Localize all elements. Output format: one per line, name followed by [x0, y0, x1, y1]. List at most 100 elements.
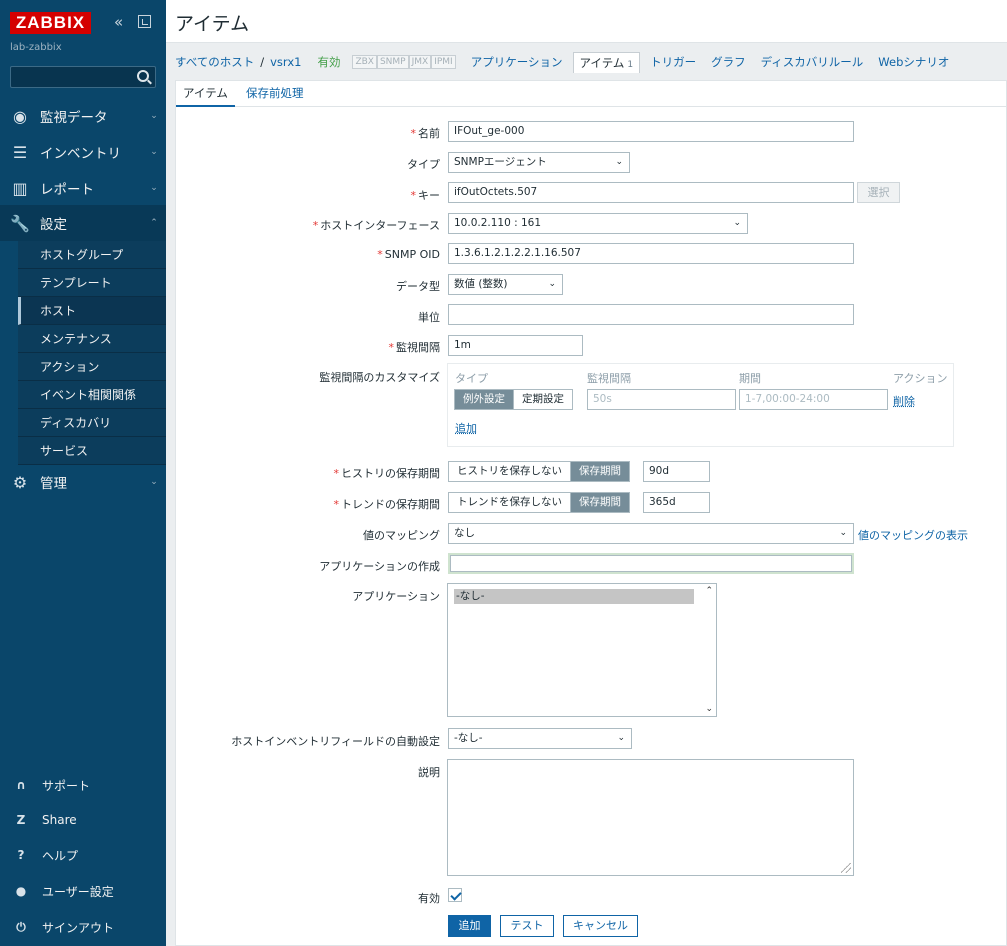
nav-items[interactable]: アイテム 1 [572, 51, 641, 73]
server-name: lab-zabbix [10, 42, 62, 53]
bar-chart-icon: ▥ [12, 178, 28, 198]
interface-select[interactable]: 10.0.2.110 : 161 ⌄ [448, 213, 748, 234]
key-input[interactable]: ifOutOctets.507 [448, 182, 854, 203]
history-period-input[interactable]: 90d [643, 461, 710, 482]
description-textarea[interactable] [447, 759, 854, 876]
units-input[interactable] [448, 304, 854, 325]
custom-type-scheduling[interactable]: 定期設定 [514, 390, 572, 409]
logo-row: ZABBIX « [10, 12, 156, 36]
custom-add-link[interactable]: 追加 [455, 420, 477, 436]
item-form-panel: アイテム 保存前処理 * 名前 IFOut_ge-000 タイプ SNMPエージェ… [175, 80, 1007, 946]
history-label-text: ヒストリの保存期間 [341, 467, 440, 480]
wrench-icon: 🔧 [10, 213, 30, 233]
zabbix-logo[interactable]: ZABBIX [10, 12, 91, 34]
share-icon: Z [16, 813, 26, 827]
new-application-input[interactable] [448, 553, 854, 574]
trend-no-store[interactable]: トレンドを保存しない [449, 493, 571, 512]
menu-label: レポート [40, 182, 94, 198]
required-marker: * [377, 248, 383, 261]
required-marker: * [388, 341, 395, 354]
nav-discovery-rules[interactable]: ディスカバリルール [761, 54, 864, 70]
new-application-label: アプリケーションの作成 [319, 560, 440, 573]
host-status-enabled[interactable]: 有効 [317, 54, 340, 70]
valuemap-label: 値のマッピング [363, 529, 440, 542]
chevron-up-icon: ⌃ [150, 218, 158, 228]
user-settings-link[interactable]: ● ユーザー設定 [0, 874, 166, 908]
tab-item[interactable]: アイテム [176, 81, 235, 107]
resize-grip-icon[interactable] [841, 863, 851, 873]
applications-listbox[interactable]: -なし- ⌃ ⌄ [447, 583, 717, 717]
type-label: タイプ [407, 158, 440, 171]
trend-period-input[interactable]: 365d [643, 492, 710, 513]
cancel-button[interactable]: キャンセル [563, 915, 638, 937]
key-label: * キー [178, 187, 441, 203]
custom-period-input[interactable]: 1-7,00:00-24:00 [739, 389, 888, 410]
breadcrumb-host[interactable]: vsrx1 [270, 55, 301, 69]
menu-label: インベントリ [40, 146, 121, 162]
snmp-oid-input[interactable]: 1.3.6.1.2.1.2.2.1.16.507 [448, 243, 854, 264]
name-input[interactable]: IFOut_ge-000 [448, 121, 854, 142]
collapse-sidebar-icon[interactable]: « [114, 14, 130, 30]
menu-reports[interactable]: ▥ レポート ⌄ [0, 170, 166, 206]
trend-store-period[interactable]: 保存期間 [571, 493, 629, 512]
history-label: * ヒストリの保存期間 [178, 465, 441, 481]
type-select[interactable]: SNMPエージェント ⌄ [448, 152, 630, 173]
submenu-actions[interactable]: アクション [18, 353, 166, 381]
required-marker: * [333, 498, 340, 511]
application-option-none[interactable]: -なし- [454, 589, 694, 604]
tag-ipmi: IPMI [431, 55, 456, 69]
enabled-checkbox[interactable] [448, 888, 462, 902]
help-link[interactable]: ? ヘルプ [0, 838, 166, 872]
submenu-event-correlation[interactable]: イベント相関関係 [18, 381, 166, 409]
required-marker: * [333, 467, 340, 480]
search-box [10, 66, 156, 88]
custom-type-flexible[interactable]: 例外設定 [455, 390, 514, 409]
chevron-down-icon: ⌄ [150, 111, 158, 121]
menu-inventory[interactable]: ☰ インベントリ ⌄ [0, 134, 166, 170]
submenu-host-groups[interactable]: ホストグループ [18, 241, 166, 269]
custom-interval-input[interactable]: 50s [587, 389, 736, 410]
menu-administration[interactable]: ⚙ 管理 ⌄ [0, 464, 166, 500]
valuemap-select[interactable]: なし ⌄ [448, 523, 854, 544]
chevron-down-icon: ⌄ [150, 183, 158, 193]
interval-label-text: 監視間隔 [396, 341, 440, 354]
submenu-templates[interactable]: テンプレート [18, 269, 166, 297]
submenu-maintenance[interactable]: メンテナンス [18, 325, 166, 353]
submenu-hosts[interactable]: ホスト [18, 297, 166, 325]
custom-head-interval: 監視間隔 [587, 372, 631, 385]
share-link[interactable]: Z Share [0, 803, 166, 837]
search-icon[interactable] [137, 70, 149, 82]
menu-monitoring[interactable]: ◉ 監視データ ⌄ [0, 98, 166, 134]
custom-remove-link[interactable]: 削除 [893, 393, 915, 409]
submenu-discovery[interactable]: ディスカバリ [18, 409, 166, 437]
nav-applications[interactable]: アプリケーション [471, 54, 563, 70]
history-no-store[interactable]: ヒストリを保存しない [449, 462, 571, 481]
test-button[interactable]: テスト [500, 915, 554, 937]
datatype-select[interactable]: 数値 (整数) ⌄ [448, 274, 563, 295]
show-value-mappings-link[interactable]: 値のマッピングの表示 [858, 527, 968, 543]
interval-input[interactable]: 1m [448, 335, 583, 356]
menu-configuration[interactable]: 🔧 設定 ⌃ [0, 205, 166, 241]
kiosk-mode-icon[interactable] [138, 15, 151, 28]
support-link[interactable]: ∩ サポート [0, 768, 166, 802]
help-label: ヘルプ [42, 848, 79, 863]
breadcrumb-all-hosts[interactable]: すべてのホスト [175, 54, 254, 70]
scroll-down-icon[interactable]: ⌄ [705, 704, 713, 714]
user-settings-label: ユーザー設定 [42, 884, 114, 899]
tab-preprocessing[interactable]: 保存前処理 [246, 81, 304, 107]
required-marker: * [410, 127, 417, 140]
nav-graphs[interactable]: グラフ [711, 54, 746, 70]
datatype-label: データ型 [396, 280, 440, 293]
history-store-period[interactable]: 保存期間 [571, 462, 629, 481]
search-input[interactable] [11, 67, 131, 87]
key-select-button[interactable]: 選択 [857, 182, 900, 203]
add-button[interactable]: 追加 [448, 915, 491, 937]
submenu-services[interactable]: サービス [18, 437, 166, 465]
sign-out-link[interactable]: ⏻ サインアウト [0, 910, 166, 944]
nav-triggers[interactable]: トリガー [650, 54, 696, 70]
inventory-select[interactable]: -なし- ⌄ [448, 728, 632, 749]
nav-web-scenarios[interactable]: Webシナリオ [878, 54, 949, 70]
scroll-up-icon[interactable]: ⌃ [705, 586, 713, 596]
eye-icon: ◉ [13, 106, 27, 126]
breadcrumb-separator: / [260, 55, 265, 69]
